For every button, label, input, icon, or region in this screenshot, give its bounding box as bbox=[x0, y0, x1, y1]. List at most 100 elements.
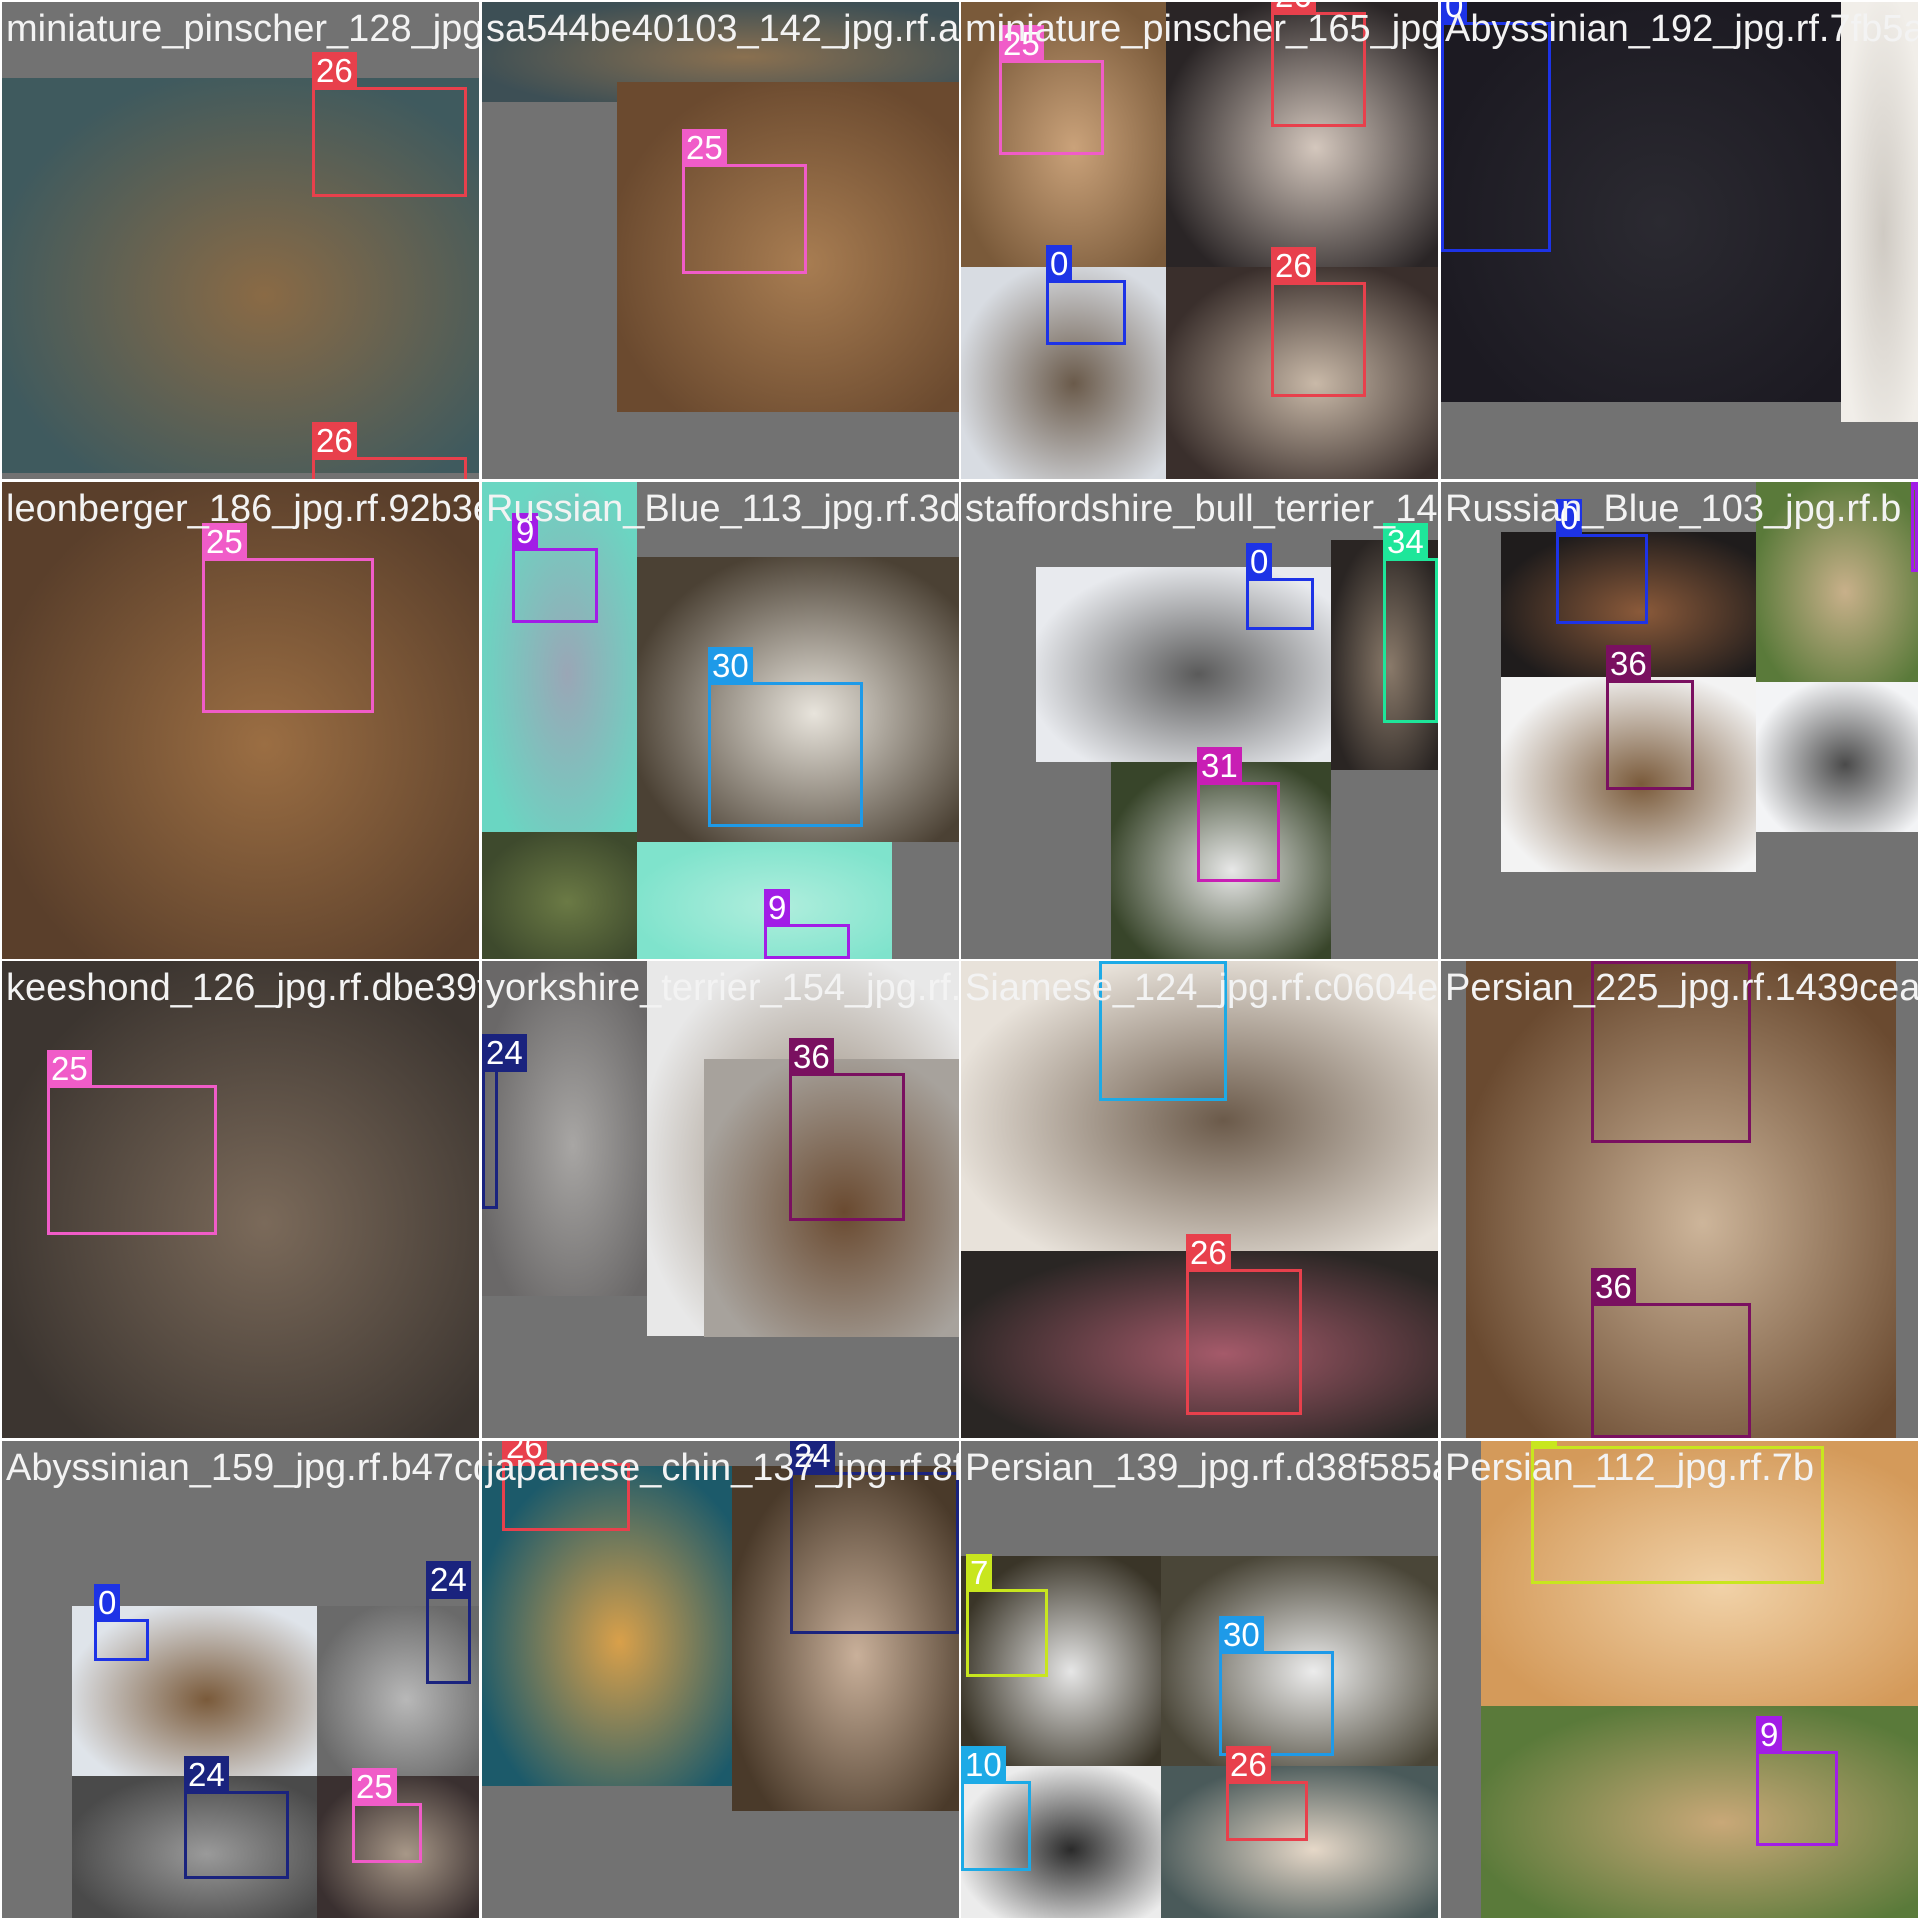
class-label: 30 bbox=[708, 647, 753, 685]
bounding-box: 36 bbox=[1591, 961, 1751, 1143]
training-batch-mosaic: 2626miniature_pinscher_128_jpg.rf.a544be… bbox=[0, 0, 1920, 1920]
class-label: 9 bbox=[1911, 482, 1918, 490]
class-label: 26 bbox=[1271, 247, 1316, 285]
class-label: 0 bbox=[1246, 543, 1273, 581]
class-label: 34 bbox=[1383, 523, 1428, 561]
class-label: 26 bbox=[1271, 2, 1316, 15]
bounding-box: 0 bbox=[94, 1584, 149, 1661]
class-label: 9 bbox=[764, 889, 791, 927]
bounding-box: 30 bbox=[708, 647, 863, 827]
class-label: 31 bbox=[1197, 747, 1242, 785]
class-label: 26 bbox=[1226, 1746, 1271, 1784]
bounding-box: 25 bbox=[202, 523, 374, 713]
class-label: 36 bbox=[1591, 961, 1636, 964]
tile-filename: staffordshire_bull_terrier_143 bbox=[965, 488, 1438, 530]
bounding-box: 0 bbox=[1246, 543, 1314, 630]
bounding-box: 36 bbox=[1591, 1268, 1751, 1438]
class-label: 26 bbox=[502, 1441, 547, 1466]
class-label: 7 bbox=[1531, 1441, 1558, 1449]
bounding-box: 10 bbox=[961, 1746, 1031, 1871]
class-label: 9 bbox=[1756, 1716, 1783, 1754]
photo bbox=[1756, 482, 1918, 682]
photo bbox=[1756, 682, 1918, 832]
bounding-box: 36 bbox=[1606, 645, 1694, 790]
mosaic-tile: 7 30 10 26 Persian_139_jpg.rf.d38f585a bbox=[961, 1441, 1438, 1918]
photo bbox=[482, 482, 637, 832]
mosaic-tile: 0 Abyssinian_192_jpg.rf.7fb5a bbox=[1441, 2, 1918, 479]
mosaic-tile: 9 30 9 Russian_Blue_113_jpg.rf.3d8 bbox=[482, 482, 959, 959]
bounding-box: 31 bbox=[1197, 747, 1280, 882]
class-label: 24 bbox=[426, 1561, 471, 1599]
photo bbox=[482, 961, 647, 1296]
bounding-box: 10 bbox=[1099, 961, 1227, 1101]
bounding-box: 0 bbox=[1046, 245, 1126, 345]
class-label: 24 bbox=[482, 1034, 527, 1072]
bounding-box: 26 bbox=[502, 1441, 630, 1531]
bounding-box: 9 bbox=[1911, 482, 1918, 572]
class-label: 24 bbox=[184, 1756, 229, 1794]
class-label: 0 bbox=[1556, 499, 1583, 537]
mosaic-tile: 0369Russian_Blue_103_jpg.rf.b bbox=[1441, 482, 1918, 959]
class-label: 24 bbox=[790, 1441, 835, 1475]
bounding-box: 24 bbox=[790, 1441, 959, 1634]
bounding-box: 26 bbox=[1271, 2, 1366, 127]
class-label: 7 bbox=[966, 1554, 993, 1592]
bounding-box: 26 bbox=[1226, 1746, 1308, 1841]
class-label: 25 bbox=[47, 1050, 92, 1088]
mosaic-tile: 2626miniature_pinscher_128_jpg.rf.a544be… bbox=[2, 2, 479, 479]
class-label: 26 bbox=[1186, 1234, 1231, 1272]
class-label: 0 bbox=[94, 1584, 121, 1622]
class-label: 26 bbox=[312, 52, 357, 90]
tile-filename: Abyssinian_159_jpg.rf.b47cd bbox=[6, 1447, 479, 1489]
mosaic-tile: 3636Persian_225_jpg.rf.1439cea bbox=[1441, 961, 1918, 1438]
tile-filename: miniature_pinscher_128_jpg.rf.a544be4010… bbox=[6, 8, 479, 50]
tile-filename: Persian_139_jpg.rf.d38f585a bbox=[965, 1447, 1438, 1489]
bounding-box: 7 bbox=[1531, 1441, 1824, 1584]
bounding-box: 0 bbox=[1441, 2, 1551, 252]
class-label: 0 bbox=[1046, 245, 1073, 283]
class-label: 25 bbox=[682, 129, 727, 167]
mosaic-tile: 25 leonberger_186_jpg.rf.92b3e bbox=[2, 482, 479, 959]
bounding-box: 24 bbox=[482, 1034, 527, 1209]
class-label: 0 bbox=[1441, 2, 1468, 25]
class-label: 36 bbox=[789, 1038, 834, 1076]
bounding-box: 25 bbox=[999, 25, 1104, 155]
mosaic-tile: 0 34 31 staffordshire_bull_terrier_143 bbox=[961, 482, 1438, 959]
bounding-box: 30 bbox=[1219, 1616, 1334, 1756]
class-label: 9 bbox=[512, 513, 539, 551]
class-label: 25 bbox=[999, 25, 1044, 63]
bounding-box: 26 bbox=[1186, 1234, 1302, 1415]
bounding-box: 9 bbox=[764, 889, 850, 959]
mosaic-tile: 79Persian_112_jpg.rf.7b bbox=[1441, 1441, 1918, 1918]
mosaic-tile: 0 24 24 25 Abyssinian_159_jpg.rf.b47cd bbox=[2, 1441, 479, 1918]
bounding-box: 36 bbox=[789, 1038, 905, 1221]
mosaic-tile: 25 keeshond_126_jpg.rf.dbe39f bbox=[2, 961, 479, 1438]
bounding-box: 0 bbox=[1556, 499, 1648, 624]
bounding-box: 25 bbox=[682, 129, 807, 274]
mosaic-tile: 1026Siamese_124_jpg.rf.c0604ea3 bbox=[961, 961, 1438, 1438]
class-label: 25 bbox=[202, 523, 247, 561]
bounding-box: 34 bbox=[1383, 523, 1438, 723]
class-label: 10 bbox=[961, 1746, 1006, 1784]
bounding-box: 26 bbox=[312, 52, 467, 197]
class-label: 36 bbox=[1591, 1268, 1636, 1306]
photo bbox=[1481, 1706, 1918, 1918]
mosaic-tile: 2624japanese_chin_137_jpg.rf.8f5120 bbox=[482, 1441, 959, 1918]
class-label: 10 bbox=[1099, 961, 1144, 964]
bounding-box: 9 bbox=[1756, 1716, 1838, 1846]
bounding-box: 24 bbox=[184, 1756, 289, 1879]
bounding-box: 26 bbox=[312, 422, 467, 479]
bounding-box: 24 bbox=[426, 1561, 471, 1684]
bounding-box: 26 bbox=[1271, 247, 1366, 397]
class-label: 25 bbox=[352, 1768, 397, 1806]
class-label: 26 bbox=[312, 422, 357, 460]
class-label: 30 bbox=[1219, 1616, 1264, 1654]
photo bbox=[1841, 2, 1918, 422]
bounding-box: 25 bbox=[47, 1050, 217, 1235]
bounding-box: 9 bbox=[512, 513, 598, 623]
class-label: 36 bbox=[1606, 645, 1651, 683]
photo bbox=[482, 832, 637, 959]
mosaic-tile: 25 sa544be40103_142_jpg.rf.a5f bbox=[482, 2, 959, 479]
mosaic-tile: 24 36 yorkshire_terrier_154_jpg.rf.a bbox=[482, 961, 959, 1438]
bounding-box: 25 bbox=[352, 1768, 422, 1863]
